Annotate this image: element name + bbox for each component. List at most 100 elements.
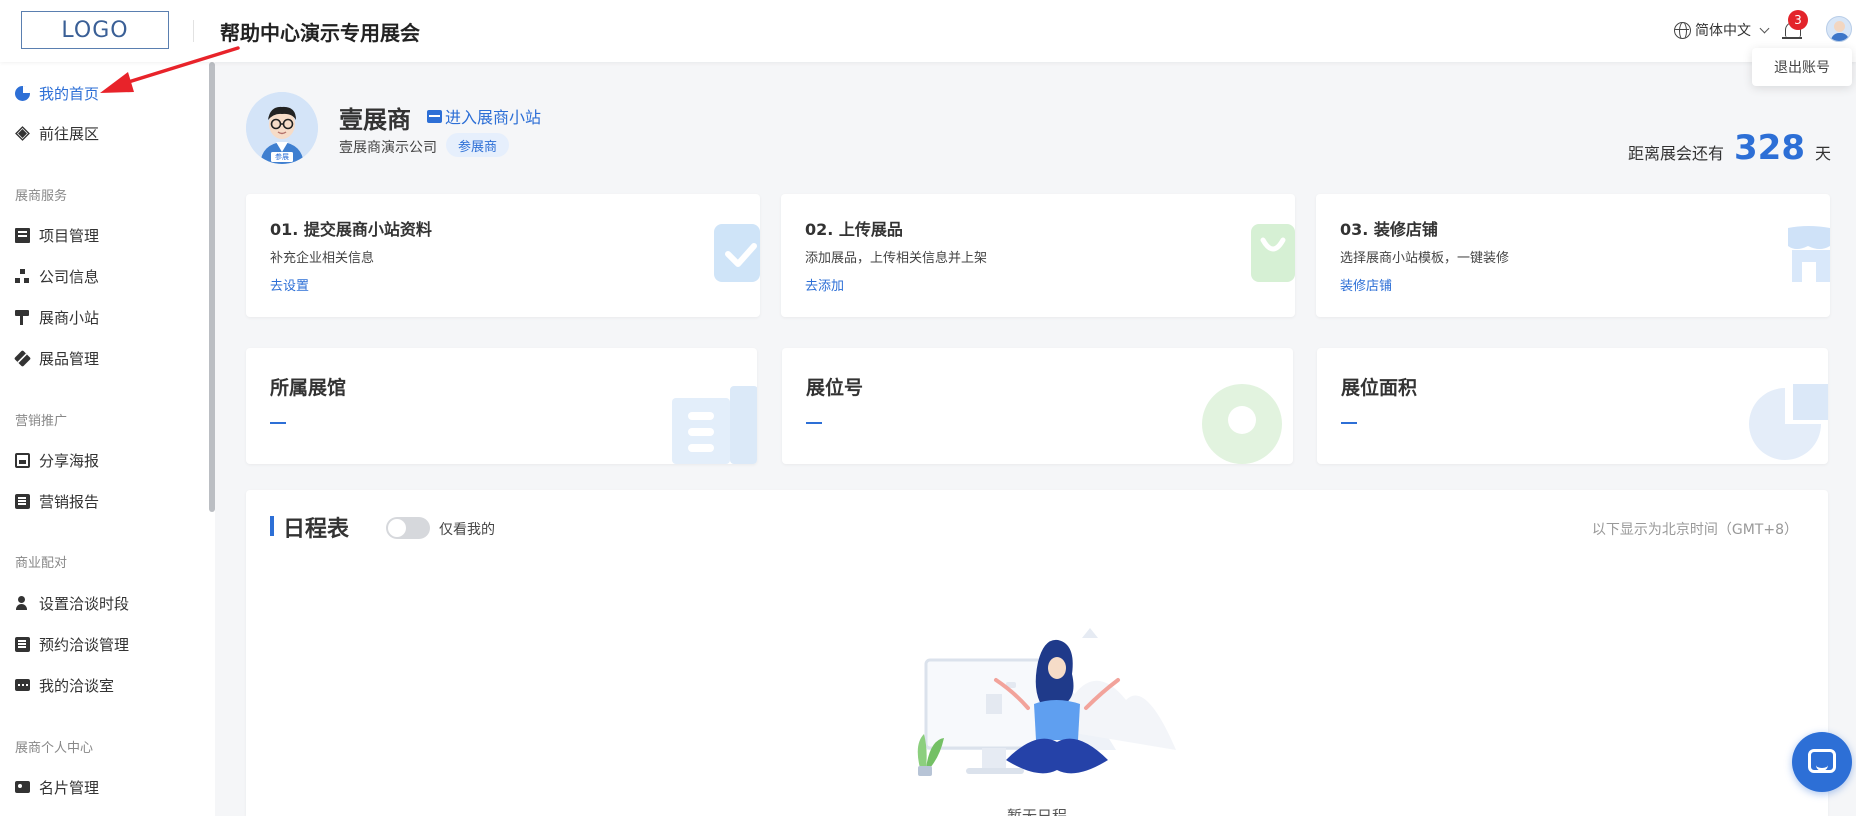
paint-roller-icon: [15, 309, 30, 325]
sidebar-item-label: 展品管理: [39, 349, 100, 368]
sidebar-item-product-management[interactable]: 展品管理: [14, 347, 100, 369]
sidebar-group-exhibitor-services: 展商服务: [15, 189, 68, 204]
countdown-days: 328: [1734, 128, 1805, 168]
only-mine-toggle[interactable]: [386, 517, 430, 539]
step-card-submit-profile: 01. 提交展商小站资料 补充企业相关信息 去设置: [246, 194, 760, 317]
location-pin-icon: [1202, 384, 1282, 464]
profile-avatar: 参展: [246, 92, 318, 164]
logo[interactable]: LOGO: [21, 11, 169, 49]
booth-number-value-empty: [806, 422, 822, 424]
step-card-upload-products: 02. 上传展品 添加展品，上传相关信息并上架 去添加: [781, 194, 1295, 317]
sidebar-item-company-info[interactable]: 公司信息: [15, 265, 99, 287]
user-avatar[interactable]: [1826, 16, 1852, 42]
sidebar-item-project-management[interactable]: 项目管理: [15, 224, 99, 246]
schedule-panel: 日程表 仅看我的 以下显示为北京时间（GMT+8） 暂无日程: [246, 490, 1828, 816]
pie-chart-icon: [15, 85, 30, 101]
sidebar-item-meeting-room[interactable]: 我的洽谈室: [15, 674, 114, 696]
report-icon: [15, 493, 30, 509]
enter-exhibitor-site-label: 进入展商小站: [445, 108, 542, 127]
sidebar-item-label: 我的洽谈室: [39, 676, 115, 695]
step-desc: 选择展商小站模板，一键装修: [1340, 251, 1510, 266]
sidebar-item-label: 展商小站: [39, 308, 100, 327]
sidebar-group-marketing: 营销推广: [15, 414, 68, 429]
sidebar-item-exhibitor-site[interactable]: 展商小站: [15, 306, 99, 328]
chat-icon: [15, 679, 30, 691]
empty-schedule-text: 暂无日程: [1006, 807, 1067, 816]
hall-value-empty: [270, 422, 286, 424]
go-add-link[interactable]: 去添加: [805, 275, 844, 294]
language-selector[interactable]: 简体中文: [1674, 20, 1770, 40]
step-card-decorate-store: 03. 装修店铺 选择展商小站模板，一键装修 装修店铺: [1316, 194, 1830, 317]
sidebar-item-label: 前往展区: [39, 124, 100, 143]
chat-bubble-icon: [1808, 749, 1836, 773]
logo-divider: [193, 20, 194, 42]
countdown-suffix: 天: [1814, 144, 1831, 163]
sidebar-group-personal-center: 展商个人中心: [15, 741, 94, 756]
step-title: 01. 提交展商小站资料: [270, 220, 432, 239]
sidebar-item-label: 分享海报: [39, 451, 100, 470]
empty-schedule-illustration-icon: [917, 628, 1176, 776]
info-card-hall: 所属展馆: [246, 348, 757, 464]
id-card-icon: [15, 781, 30, 793]
profile-avatar-tag: 参展: [275, 153, 289, 161]
globe-icon: [1674, 21, 1691, 39]
exhibitor-name: 壹展商: [339, 106, 411, 134]
layers-icon: [15, 125, 30, 141]
language-label: 简体中文: [1695, 23, 1751, 39]
sidebar-item-home[interactable]: 我的首页: [15, 82, 99, 104]
building-icon: [672, 386, 757, 464]
role-badge: 参展商: [446, 133, 510, 157]
company-name: 壹展商演示公司: [339, 140, 437, 156]
sidebar-item-share-poster[interactable]: 分享海报: [15, 449, 99, 471]
countdown-prefix: 距离展会还有: [1627, 144, 1724, 163]
shopping-bag-icon: [1251, 224, 1295, 282]
org-chart-icon: [15, 268, 30, 284]
sidebar-item-label: 营销报告: [39, 492, 100, 511]
storefront-icon: [1788, 226, 1830, 282]
sidebar-group-business-matching: 商业配对: [15, 556, 68, 571]
customer-service-button[interactable]: [1792, 732, 1852, 792]
schedule-accent-bar: [270, 516, 274, 536]
store-icon: [427, 109, 442, 123]
sidebar-item-exhibition-area[interactable]: 前往展区: [15, 122, 99, 144]
sidebar-scrollbar[interactable]: [209, 62, 215, 512]
only-mine-label: 仅看我的: [439, 522, 495, 538]
sidebar-item-label: 预约洽谈管理: [39, 635, 130, 654]
info-card-booth-number: 展位号: [782, 348, 1293, 464]
step-desc: 补充企业相关信息: [270, 251, 375, 266]
step-title: 03. 装修店铺: [1340, 220, 1438, 239]
step-title: 02. 上传展品: [805, 220, 903, 239]
decorate-store-link[interactable]: 装修店铺: [1340, 275, 1392, 294]
info-card-booth-area: 展位面积: [1317, 348, 1828, 464]
sidebar-item-appointment-management[interactable]: 预约洽谈管理: [15, 633, 129, 655]
enter-exhibitor-site-link[interactable]: 进入展商小站: [427, 104, 541, 128]
booth-area-label: 展位面积: [1341, 377, 1418, 399]
checkmark-icon: [714, 224, 760, 282]
sidebar-item-meeting-slots[interactable]: 设置洽谈时段: [15, 592, 129, 614]
pie-area-icon: [1749, 384, 1828, 460]
chevron-down-icon: [1759, 23, 1770, 33]
clipboard-icon: [15, 636, 30, 652]
book-icon: [15, 227, 30, 243]
expo-title: 帮助中心演示专用展会: [220, 21, 420, 45]
sidebar-item-label: 我的首页: [39, 84, 100, 103]
sidebar-item-label: 项目管理: [39, 226, 100, 245]
timezone-note: 以下显示为北京时间（GMT+8）: [1591, 522, 1798, 538]
booth-area-value-empty: [1341, 422, 1357, 424]
sidebar-item-label: 公司信息: [39, 267, 100, 286]
sidebar-item-business-card[interactable]: 名片管理: [15, 776, 99, 798]
schedule-title: 日程表: [283, 517, 350, 542]
box-icon: [14, 349, 31, 367]
image-icon: [15, 452, 30, 468]
hall-label: 所属展馆: [270, 377, 347, 399]
expo-countdown: 距离展会还有 328 天: [1628, 128, 1831, 168]
booth-number-label: 展位号: [806, 377, 864, 399]
go-settings-link[interactable]: 去设置: [270, 275, 309, 294]
notification-badge: 3: [1788, 10, 1808, 30]
sidebar: [0, 62, 215, 816]
sidebar-item-label: 名片管理: [39, 778, 100, 797]
user-clock-icon: [15, 595, 30, 611]
step-desc: 添加展品，上传相关信息并上架: [805, 251, 988, 266]
logout-menu-item[interactable]: 退出账号: [1752, 48, 1852, 86]
sidebar-item-marketing-report[interactable]: 营销报告: [15, 490, 99, 512]
